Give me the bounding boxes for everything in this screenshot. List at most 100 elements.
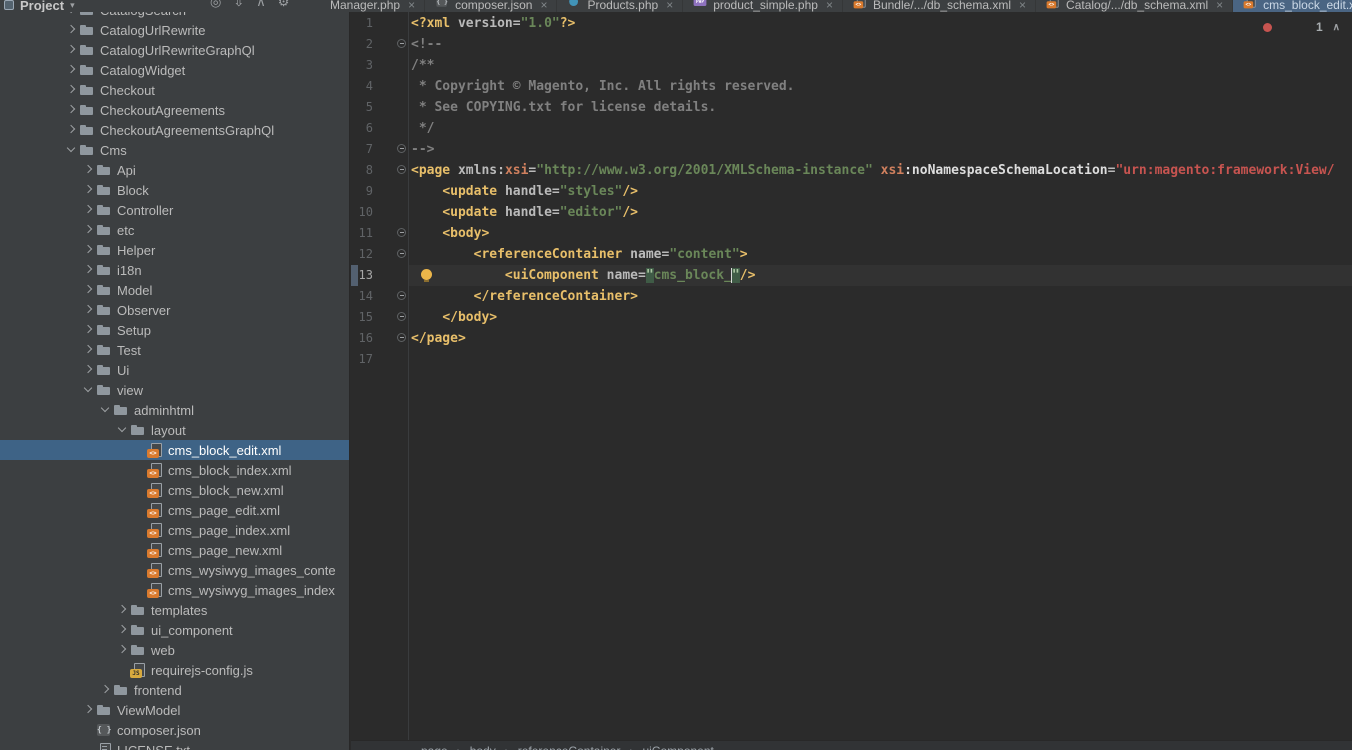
editor-tab[interactable]: Manager.php× xyxy=(330,0,425,12)
code-line[interactable]: <update handle="styles"/> xyxy=(411,181,638,202)
tree-item[interactable]: CatalogUrlRewriteGraphQl xyxy=(0,40,350,60)
code-line[interactable]: /** xyxy=(411,55,434,76)
chevron-collapsed-icon[interactable] xyxy=(114,622,130,638)
code-line[interactable]: <page xmlns:xsi="http://www.w3.org/2001/… xyxy=(411,160,1335,181)
tree-item[interactable]: layout xyxy=(0,420,350,440)
tree-item[interactable]: cms_page_index.xml xyxy=(0,520,350,540)
chevron-collapsed-icon[interactable] xyxy=(80,702,96,718)
fold-marker-icon[interactable] xyxy=(397,165,406,174)
tree-item[interactable]: Api xyxy=(0,160,350,180)
gear-icon[interactable]: ⚙ xyxy=(278,0,290,10)
editor-tab[interactable]: Products.php× xyxy=(557,0,683,12)
tree-item[interactable]: cms_block_new.xml xyxy=(0,480,350,500)
code-line[interactable]: </body> xyxy=(411,307,497,328)
chevron-collapsed-icon[interactable] xyxy=(63,82,79,98)
tree-item[interactable]: Checkout xyxy=(0,80,350,100)
tree-item[interactable]: composer.json xyxy=(0,720,350,740)
editor-tab[interactable]: composer.json× xyxy=(425,0,557,12)
breadcrumb-item[interactable]: referenceContainer xyxy=(518,744,621,750)
tree-item[interactable]: Model xyxy=(0,280,350,300)
tree-item[interactable]: LICENSE.txt xyxy=(0,740,350,750)
tree-item[interactable]: CheckoutAgreementsGraphQl xyxy=(0,120,350,140)
fold-marker-icon[interactable] xyxy=(397,228,406,237)
code-line[interactable]: */ xyxy=(411,118,434,139)
close-icon[interactable]: × xyxy=(408,0,415,12)
chevron-collapsed-icon[interactable] xyxy=(80,242,96,258)
code-line[interactable]: </page> xyxy=(411,328,466,349)
tree-item[interactable]: Cms xyxy=(0,140,350,160)
code-line[interactable]: <update handle="editor"/> xyxy=(411,202,638,223)
chevron-collapsed-icon[interactable] xyxy=(114,642,130,658)
tree-item[interactable]: CatalogUrlRewrite xyxy=(0,20,350,40)
code-line[interactable]: --> xyxy=(411,139,434,160)
editor-tab[interactable]: cms_block_edit.xml× xyxy=(1233,0,1352,12)
tree-item[interactable]: cms_block_edit.xml xyxy=(0,440,350,460)
editor-tab[interactable]: product_simple.php× xyxy=(683,0,843,12)
tree-item[interactable]: i18n xyxy=(0,260,350,280)
code-line[interactable]: * See COPYING.txt for license details. xyxy=(411,97,716,118)
code-line[interactable]: <referenceContainer name="content"> xyxy=(411,244,748,265)
tree-item[interactable]: frontend xyxy=(0,680,350,700)
close-icon[interactable]: × xyxy=(666,0,673,12)
fold-marker-icon[interactable] xyxy=(397,39,406,48)
chevron-expanded-icon[interactable] xyxy=(97,402,113,418)
code-line[interactable]: </referenceContainer> xyxy=(411,286,638,307)
close-icon[interactable]: × xyxy=(540,0,547,12)
chevron-up-icon[interactable]: ∧ xyxy=(1333,22,1340,33)
tree-item[interactable]: cms_wysiwyg_images_conte xyxy=(0,560,350,580)
close-icon[interactable]: × xyxy=(1216,0,1223,12)
chevron-expanded-icon[interactable] xyxy=(63,142,79,158)
code-line[interactable]: <body> xyxy=(411,223,489,244)
editor-tab[interactable]: Catalog/.../db_schema.xml× xyxy=(1036,0,1233,12)
chevron-collapsed-icon[interactable] xyxy=(97,682,113,698)
chevron-collapsed-icon[interactable] xyxy=(114,602,130,618)
chevron-expanded-icon[interactable] xyxy=(114,422,130,438)
code-line[interactable]: <!-- xyxy=(411,34,442,55)
chevron-collapsed-icon[interactable] xyxy=(80,342,96,358)
editor-tab[interactable]: Bundle/.../db_schema.xml× xyxy=(843,0,1036,12)
tree-item[interactable]: adminhtml xyxy=(0,400,350,420)
scroll-down-icon[interactable]: ⇩ xyxy=(233,0,244,10)
tree-item[interactable]: web xyxy=(0,640,350,660)
locate-icon[interactable]: ◎ xyxy=(210,0,221,10)
tree-item[interactable]: CatalogWidget xyxy=(0,60,350,80)
chevron-collapsed-icon[interactable] xyxy=(80,222,96,238)
fold-marker-icon[interactable] xyxy=(397,144,406,153)
tree-item[interactable]: etc xyxy=(0,220,350,240)
tree-item[interactable]: view xyxy=(0,380,350,400)
close-icon[interactable]: × xyxy=(1019,0,1026,12)
fold-marker-icon[interactable] xyxy=(397,291,406,300)
code-editor[interactable]: 1 ∧ 1<?xml version="1.0"?>2<!--3/**4 * C… xyxy=(351,12,1352,740)
code-line[interactable]: <uiComponent name="cms_block_"/> xyxy=(411,265,755,286)
chevron-collapsed-icon[interactable] xyxy=(63,62,79,78)
tree-item[interactable]: cms_block_index.xml xyxy=(0,460,350,480)
tree-item[interactable]: Block xyxy=(0,180,350,200)
chevron-collapsed-icon[interactable] xyxy=(80,182,96,198)
collapse-all-icon[interactable]: ∧ xyxy=(256,0,266,10)
tree-item[interactable]: ViewModel xyxy=(0,700,350,720)
chevron-collapsed-icon[interactable] xyxy=(63,42,79,58)
chevron-collapsed-icon[interactable] xyxy=(63,22,79,38)
chevron-collapsed-icon[interactable] xyxy=(80,262,96,278)
tree-item[interactable]: cms_wysiwyg_images_index xyxy=(0,580,350,600)
chevron-expanded-icon[interactable] xyxy=(80,382,96,398)
chevron-down-icon[interactable]: ▾ xyxy=(70,0,75,11)
chevron-collapsed-icon[interactable] xyxy=(63,102,79,118)
code-line[interactable]: <?xml version="1.0"?> xyxy=(411,13,575,34)
code-line[interactable]: * Copyright © Magento, Inc. All rights r… xyxy=(411,76,795,97)
fold-marker-icon[interactable] xyxy=(397,249,406,258)
tree-item[interactable]: Setup xyxy=(0,320,350,340)
close-icon[interactable]: × xyxy=(826,0,833,12)
chevron-collapsed-icon[interactable] xyxy=(80,282,96,298)
chevron-collapsed-icon[interactable] xyxy=(80,322,96,338)
chevron-collapsed-icon[interactable] xyxy=(80,202,96,218)
tree-item[interactable]: cms_page_new.xml xyxy=(0,540,350,560)
tree-item[interactable]: templates xyxy=(0,600,350,620)
inspections-widget[interactable]: 1 ∧ xyxy=(1263,20,1340,34)
tree-item[interactable]: CheckoutAgreements xyxy=(0,100,350,120)
tree-item[interactable]: ui_component xyxy=(0,620,350,640)
chevron-collapsed-icon[interactable] xyxy=(80,162,96,178)
chevron-collapsed-icon[interactable] xyxy=(63,122,79,138)
tree-item[interactable]: Observer xyxy=(0,300,350,320)
breadcrumb-item[interactable]: page xyxy=(421,744,448,750)
